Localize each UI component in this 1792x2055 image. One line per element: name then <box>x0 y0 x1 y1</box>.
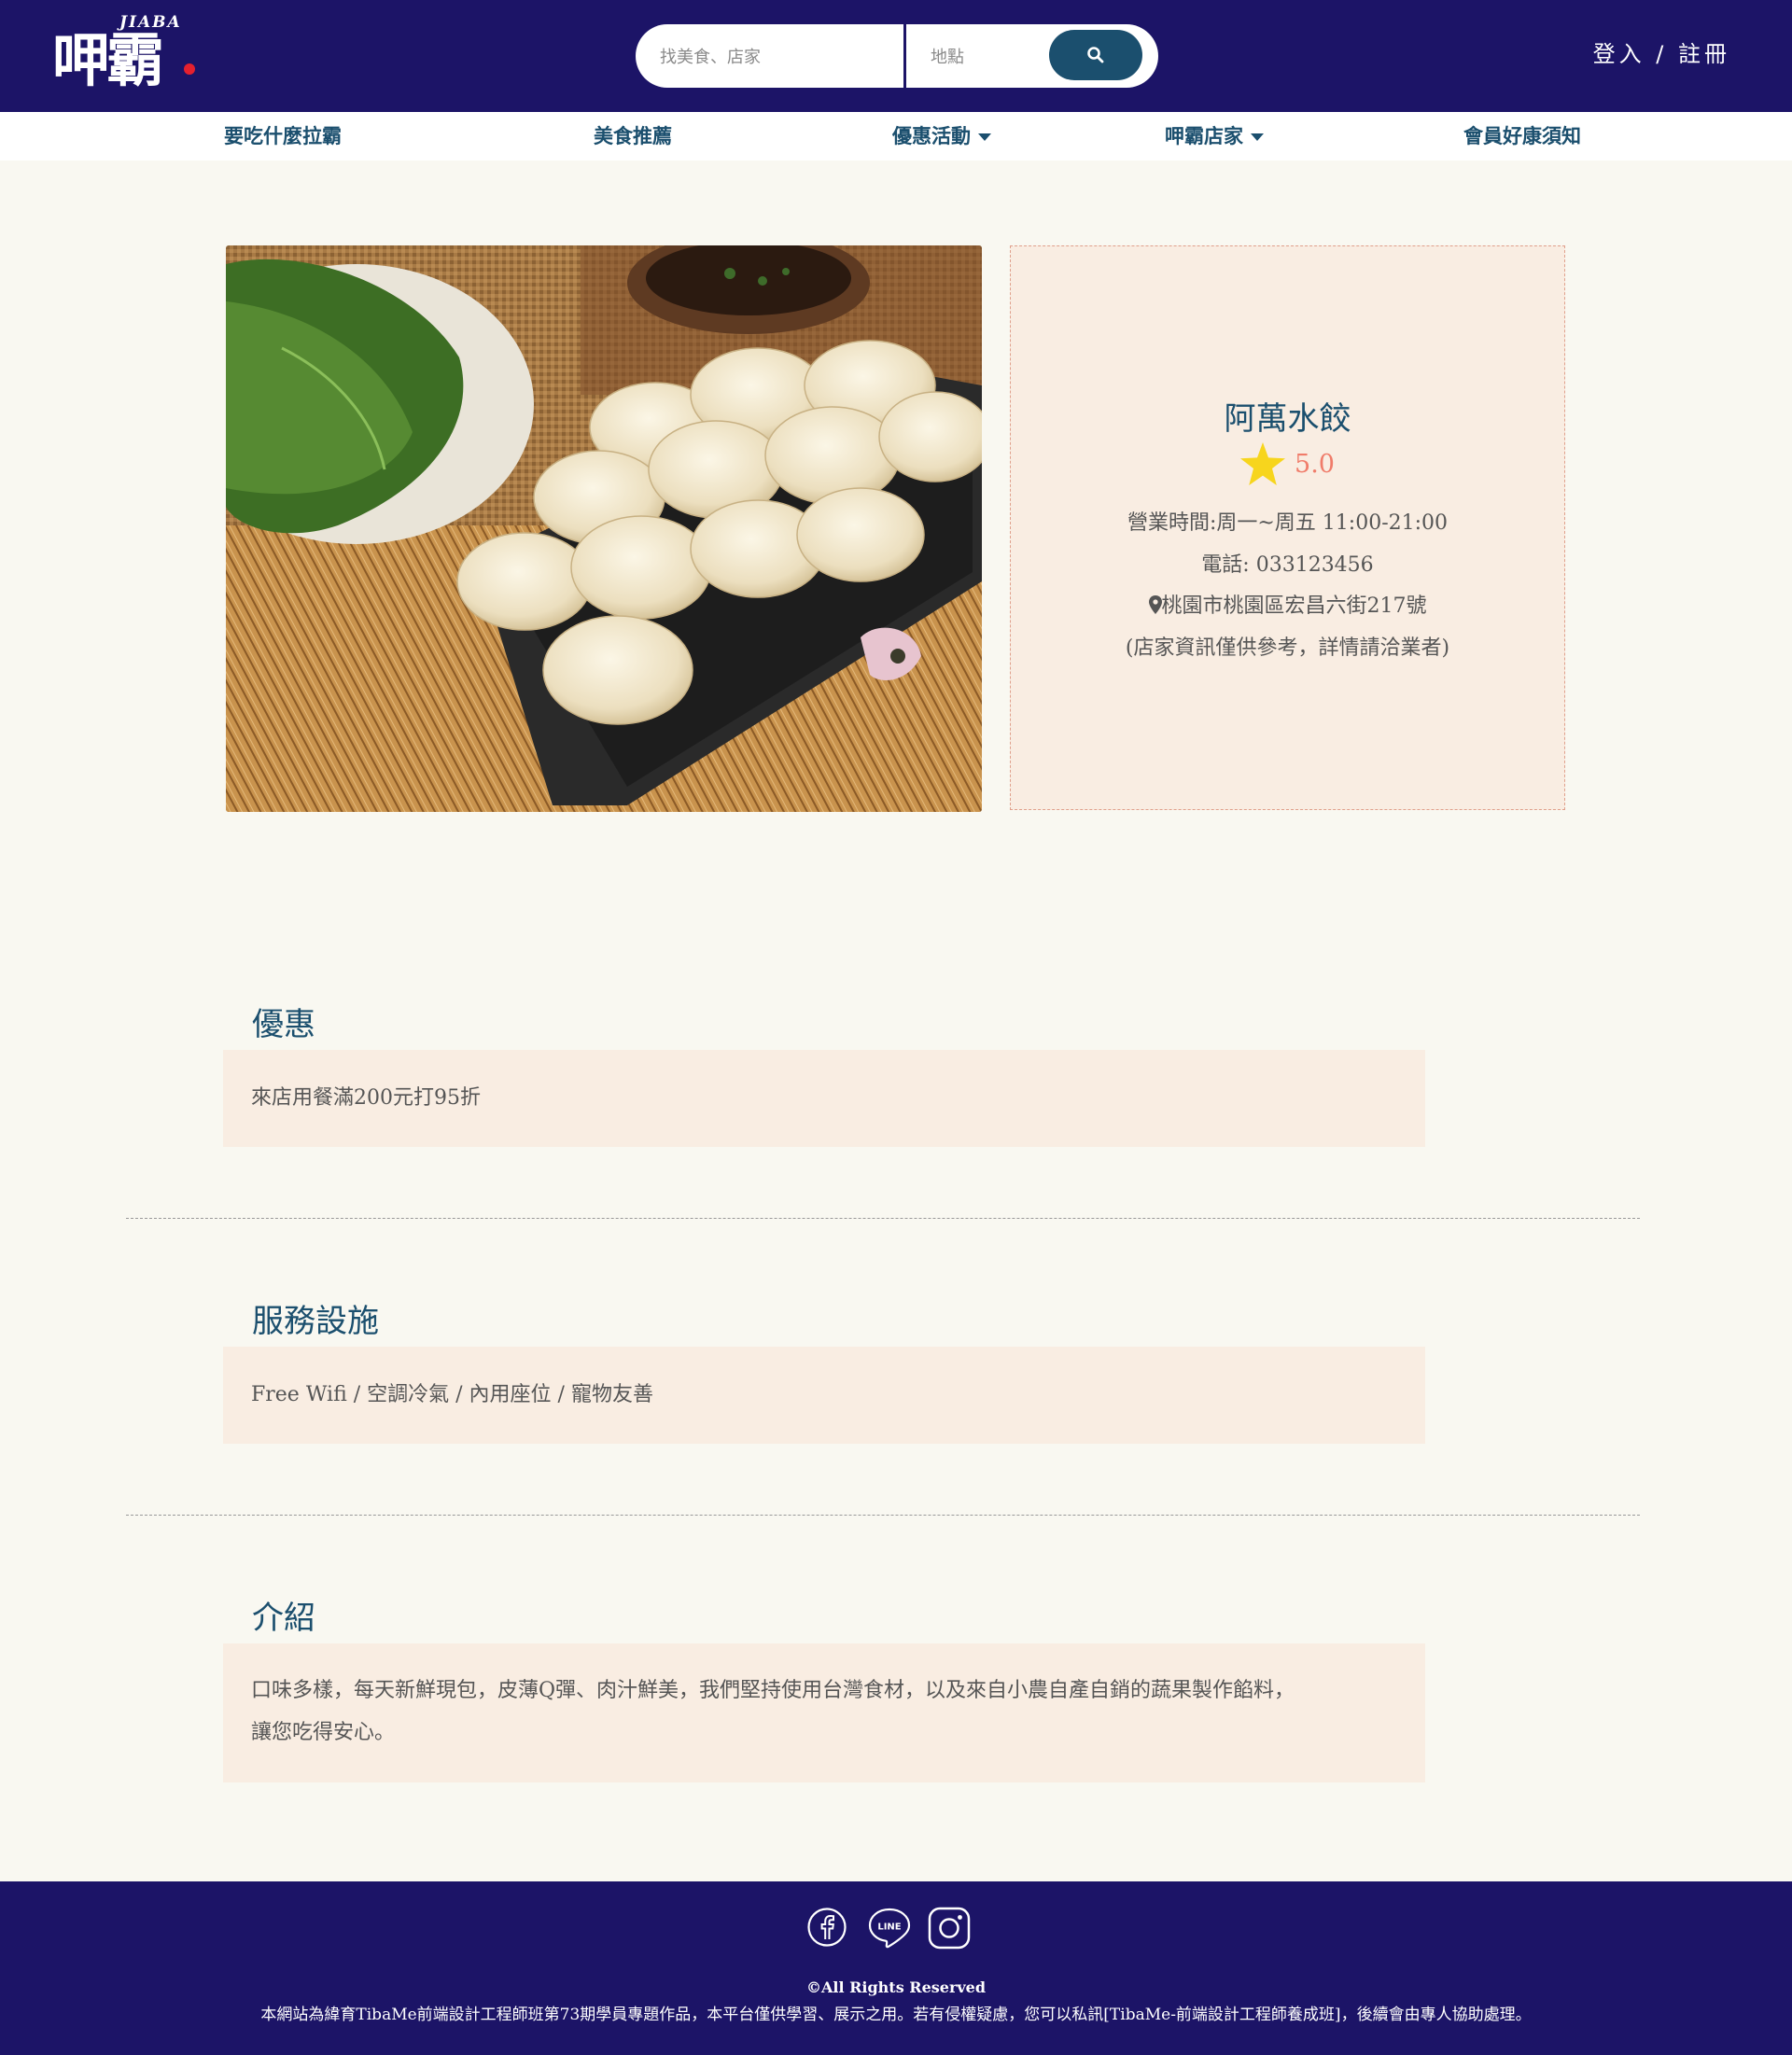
logo-dot <box>184 63 195 75</box>
services-section-content: Free Wifi / 空調冷氣 / 內用座位 / 寵物友善 <box>223 1347 1425 1444</box>
line-icon-label: LINE <box>877 1922 901 1933</box>
register-link[interactable]: 註冊 <box>1678 41 1730 67</box>
site-header: JIABA 呷霸 登入 / 註冊 <box>0 0 1792 112</box>
shop-name: 阿萬水餃 <box>1224 400 1351 438</box>
offer-section-title: 優惠 <box>252 1006 315 1043</box>
auth-links: 登入 / 註冊 <box>1593 35 1730 68</box>
shop-hours: 營業時間:周一~周五 11:00-21:00 <box>1127 511 1449 535</box>
nav-item-label: 優惠活動 <box>892 125 971 147</box>
intro-text-line: 讓您吃得安心。 <box>251 1721 396 1744</box>
nav-item-label: 要吃什麼拉霸 <box>224 125 342 147</box>
shop-address-row[interactable]: 桃園市桃園區宏昌六街217號 <box>1011 589 1564 619</box>
search-bar <box>636 24 1158 90</box>
caret-down-icon <box>978 133 991 141</box>
shop-rating: 5.0 <box>1011 442 1564 489</box>
shop-disclaimer: (店家資訊僅供參考，詳情請洽業者) <box>1125 636 1450 660</box>
site-logo[interactable]: JIABA 呷霸 <box>52 13 202 97</box>
shop-photo <box>226 245 982 812</box>
instagram-icon[interactable] <box>928 1907 971 1950</box>
rating-value: 5.0 <box>1295 449 1335 479</box>
intro-text-line: 口味多樣，每天新鮮現包，皮薄Q彈、肉汁鮮美，我們堅持使用台灣食材，以及來自小農自… <box>251 1679 1295 1702</box>
search-icon <box>1087 47 1104 63</box>
services-section-title: 服務設施 <box>252 1303 379 1340</box>
offer-section-content: 來店用餐滿200元打95折 <box>223 1050 1425 1147</box>
search-button[interactable] <box>1049 30 1142 80</box>
nav-item-label: 美食推薦 <box>594 125 672 147</box>
nav-item-recommend[interactable]: 美食推薦 <box>594 112 672 161</box>
site-footer: LINE ©All Rights Reserved 本網站為緯育TibaMe前端… <box>0 1881 1792 2055</box>
search-food-input[interactable] <box>658 24 904 90</box>
shop-phone[interactable]: 電話: 033123456 <box>1011 548 1564 578</box>
intro-section-content: 口味多樣，每天新鮮現包，皮薄Q彈、肉汁鮮美，我們堅持使用台灣食材，以及來自小農自… <box>223 1643 1425 1782</box>
star-icon <box>1240 442 1286 485</box>
shop-info-card: 阿萬水餃 5.0 營業時間:周一~周五 11:00-21:00 電話: 0331… <box>1010 245 1565 810</box>
search-location-input[interactable] <box>929 24 1054 90</box>
footer-disclaimer: 本網站為緯育TibaMe前端設計工程師班第73期學員專題作品，本平台僅供學習、展… <box>260 2006 1532 2024</box>
map-pin-icon <box>1148 595 1162 614</box>
dumplings-photo <box>226 245 982 812</box>
section-divider <box>126 1515 1640 1516</box>
nav-item-label: 會員好康須知 <box>1463 125 1581 147</box>
nav-item-member-info[interactable]: 會員好康須知 <box>1463 112 1581 161</box>
nav-item-label: 呷霸店家 <box>1165 125 1243 147</box>
section-divider <box>126 1218 1640 1219</box>
login-link[interactable]: 登入 <box>1593 41 1645 67</box>
caret-down-icon <box>1251 133 1264 141</box>
search-divider <box>903 24 906 88</box>
nav-item-shops[interactable]: 呷霸店家 <box>1165 112 1264 161</box>
shop-address: 桃園市桃園區宏昌六街217號 <box>1161 594 1427 618</box>
intro-section-title: 介紹 <box>252 1600 315 1637</box>
line-icon[interactable]: LINE <box>867 1907 912 1950</box>
facebook-icon[interactable] <box>806 1907 847 1948</box>
logo-text: 呷霸 <box>52 26 164 94</box>
copyright-text: ©All Rights Reserved <box>805 1978 987 1996</box>
nav-item-promotions[interactable]: 優惠活動 <box>892 112 991 161</box>
main-nav: 要吃什麼拉霸 美食推薦 優惠活動 呷霸店家 會員好康須知 <box>0 112 1792 161</box>
auth-separator: / <box>1656 41 1668 67</box>
nav-item-slot[interactable]: 要吃什麼拉霸 <box>224 112 342 161</box>
